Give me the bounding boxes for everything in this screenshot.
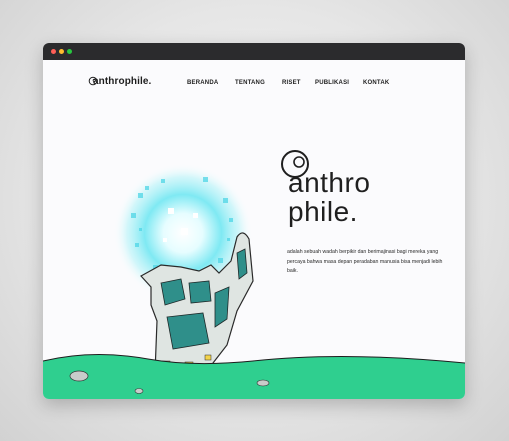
rock <box>69 370 89 382</box>
main-nav: BERANDA TENTANG RISET PUBLIKASI KONTAK <box>43 80 465 90</box>
hero-title-line-1: anthro <box>288 167 371 198</box>
rock <box>256 379 270 387</box>
hero-title: anthro phile. <box>288 168 370 226</box>
rock <box>134 388 144 394</box>
browser-window: anthrophile. BERANDA TENTANG RISET PUBLI… <box>43 43 465 399</box>
nav-riset[interactable]: RISET <box>282 80 301 86</box>
hero-title-line-2: phile. <box>288 196 358 227</box>
hero-description: adalah sebuah wadah berpikir dan berimaj… <box>287 249 443 275</box>
nav-tentang[interactable]: TENTANG <box>235 80 265 86</box>
nav-publikasi[interactable]: PUBLIKASI <box>315 80 349 86</box>
hero-illustration <box>43 150 465 399</box>
nav-kontak[interactable]: KONTAK <box>363 80 389 86</box>
nav-beranda[interactable]: BERANDA <box>187 80 218 86</box>
